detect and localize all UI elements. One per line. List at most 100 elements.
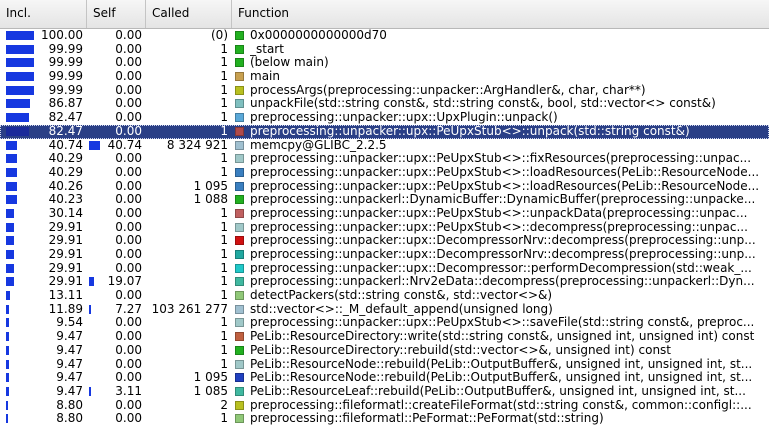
self-value: 0.00 xyxy=(115,97,142,111)
function-name: PeLib::ResourceNode::rebuild(PeLib::Outp… xyxy=(250,357,753,371)
table-row[interactable]: 29.91 0.00 1 preprocessing::unpacker::upx::… xyxy=(0,234,769,248)
function-column-header[interactable]: Function xyxy=(232,0,769,28)
called-cell: 1 xyxy=(146,234,232,248)
incl-cell: 100.00 xyxy=(0,29,87,43)
self-column-header[interactable]: Self xyxy=(87,0,146,28)
self-value: 0.00 xyxy=(115,398,142,412)
called-cell: 1 085 xyxy=(146,385,232,399)
table-row[interactable]: 29.91 0.00 1 preprocessing::unpacker::upx::… xyxy=(0,221,769,235)
called-value: 1 xyxy=(220,111,228,125)
incl-cell: 30.14 xyxy=(0,207,87,221)
table-row[interactable]: 40.29 0.00 1 preprocessing::unpacker::upx::… xyxy=(0,152,769,166)
incl-value: 82.47 xyxy=(48,111,83,125)
function-cell: preprocessing::unpacker::upx::PeUpxStub<… xyxy=(232,207,769,221)
self-value: 0.00 xyxy=(115,29,142,42)
function-name: PeLib::ResourceLeaf::rebuild(PeLib::Outp… xyxy=(250,384,746,398)
called-cell: 1 xyxy=(146,275,232,289)
table-row[interactable]: 8.80 0.00 1 preprocessing::fileformatl::PeF… xyxy=(0,412,769,426)
self-cost-bar xyxy=(89,304,91,314)
incl-cell: 29.91 xyxy=(0,262,87,276)
function-name: preprocessing::fileformatl::PeFormat::Pe… xyxy=(250,412,604,426)
function-name: main xyxy=(250,70,280,84)
table-row[interactable]: 9.47 0.00 1 PeLib::ResourceDirectory::rebui… xyxy=(0,344,769,358)
self-cell: 0.00 xyxy=(87,29,146,43)
table-row[interactable]: 9.47 0.00 1 095 PeLib::ResourceNode::rebuil… xyxy=(0,371,769,385)
called-value: 1 xyxy=(220,83,228,97)
table-row[interactable]: 82.47 0.00 1 preprocessing::unpacker::upx::… xyxy=(0,111,769,125)
incl-value: 40.29 xyxy=(48,165,83,179)
self-value: 0.00 xyxy=(115,234,142,248)
self-cell: 0.00 xyxy=(87,248,146,262)
table-row[interactable]: 99.99 0.00 1 processArgs(preprocessing::unp… xyxy=(0,84,769,98)
called-value: 1 xyxy=(220,206,228,220)
function-cell: std::vector<>::_M_default_append(unsigne… xyxy=(232,303,769,317)
table-row[interactable]: 86.87 0.00 1 unpackFile(std::string const&,… xyxy=(0,97,769,111)
table-row[interactable]: 29.91 0.00 1 preprocessing::unpacker::upx::… xyxy=(0,248,769,262)
object-color-swatch xyxy=(235,126,244,136)
table-row[interactable]: 11.89 7.27 103 261 277 std::vector<>::_M_de… xyxy=(0,303,769,317)
table-row[interactable]: 99.99 0.00 1 main xyxy=(0,70,769,84)
called-value: 1 xyxy=(220,56,228,70)
incl-cost-bar xyxy=(6,263,14,273)
self-cell: 3.11 xyxy=(87,385,146,399)
table-row[interactable]: 40.23 0.00 1 088 preprocessing::unpackerl::… xyxy=(0,193,769,207)
table-row[interactable]: 100.00 0.00 (0) 0x0000000000000d70 xyxy=(0,29,769,43)
self-value: 0.00 xyxy=(115,111,142,125)
object-color-swatch xyxy=(235,44,244,54)
incl-cell: 99.99 xyxy=(0,56,87,70)
table-row[interactable]: 99.99 0.00 1 (below main) xyxy=(0,56,769,70)
object-color-swatch xyxy=(235,113,244,123)
table-row[interactable]: 99.99 0.00 1 _start xyxy=(0,43,769,57)
table-row[interactable]: 9.54 0.00 1 preprocessing::unpacker::upx::P… xyxy=(0,316,769,330)
self-cell: 19.07 xyxy=(87,275,146,289)
called-value: 8 324 921 xyxy=(166,138,228,152)
function-cell: preprocessing::unpacker::upx::PeUpxStub<… xyxy=(232,180,769,194)
called-cell: 1 xyxy=(146,262,232,276)
incl-cell: 40.74 xyxy=(0,139,87,153)
table-row[interactable]: 30.14 0.00 1 preprocessing::unpacker::upx::… xyxy=(0,207,769,221)
called-value: 1 085 xyxy=(193,384,228,398)
called-value: 1 xyxy=(220,316,228,330)
self-cell: 0.00 xyxy=(87,289,146,303)
table-row[interactable]: 40.26 0.00 1 095 preprocessing::unpacker::u… xyxy=(0,180,769,194)
incl-cost-bar xyxy=(6,332,9,342)
incl-cost-bar xyxy=(6,250,14,259)
called-value: 1 xyxy=(220,165,228,179)
self-value: 0.00 xyxy=(115,206,142,220)
self-value: 19.07 xyxy=(107,275,142,289)
function-name: preprocessing::unpacker::upx::Decompress… xyxy=(250,248,756,261)
table-row[interactable]: 82.47 0.00 1 preprocessing::unpacker::upx::… xyxy=(0,124,769,139)
table-row[interactable]: 9.47 3.11 1 085 PeLib::ResourceLeaf::rebuil… xyxy=(0,385,769,399)
table-row[interactable]: 13.11 0.00 1 detectPackers(std::string cons… xyxy=(0,289,769,303)
function-cell: preprocessing::unpacker::upx::Decompress… xyxy=(232,248,769,262)
incl-cost-bar xyxy=(6,400,8,410)
called-cell: 1 xyxy=(146,344,232,358)
incl-cell: 82.47 xyxy=(0,125,87,139)
function-cell: _start xyxy=(232,43,769,57)
incl-cell: 13.11 xyxy=(0,289,87,303)
called-column-header[interactable]: Called xyxy=(146,0,232,28)
table-row[interactable]: 8.80 0.00 2 preprocessing::fileformatl::cre… xyxy=(0,399,769,413)
table-row[interactable]: 9.47 0.00 1 PeLib::ResourceDirectory::write… xyxy=(0,330,769,344)
incl-cell: 82.47 xyxy=(0,111,87,125)
object-color-swatch xyxy=(235,332,244,342)
incl-column-header[interactable]: Incl. xyxy=(0,0,87,28)
self-value: 0.00 xyxy=(115,371,142,385)
incl-value: 99.99 xyxy=(48,83,83,97)
table-row[interactable]: 29.91 19.07 1 preprocessing::unpackerl::Nrv… xyxy=(0,275,769,289)
table-row[interactable]: 9.47 0.00 1 PeLib::ResourceNode::rebuild(Pe… xyxy=(0,358,769,372)
called-cell: 103 261 277 xyxy=(146,303,232,317)
called-cell: 1 xyxy=(146,125,232,139)
table-row[interactable]: 40.29 0.00 1 preprocessing::unpacker::upx::… xyxy=(0,166,769,180)
table-row[interactable]: 29.91 0.00 1 preprocessing::unpacker::upx::… xyxy=(0,262,769,276)
object-color-swatch xyxy=(235,236,244,246)
object-color-swatch xyxy=(235,263,244,273)
self-cell: 0.00 xyxy=(87,152,146,166)
incl-cell: 9.47 xyxy=(0,330,87,344)
called-value: 1 xyxy=(220,248,228,261)
self-value: 0.00 xyxy=(115,316,142,330)
table-row[interactable]: 40.74 40.74 8 324 921 memcpy@GLIBC_2.2.5 xyxy=(0,139,769,153)
incl-cell: 9.47 xyxy=(0,344,87,358)
self-cost-bar xyxy=(89,140,100,150)
incl-cost-bar xyxy=(6,140,17,150)
